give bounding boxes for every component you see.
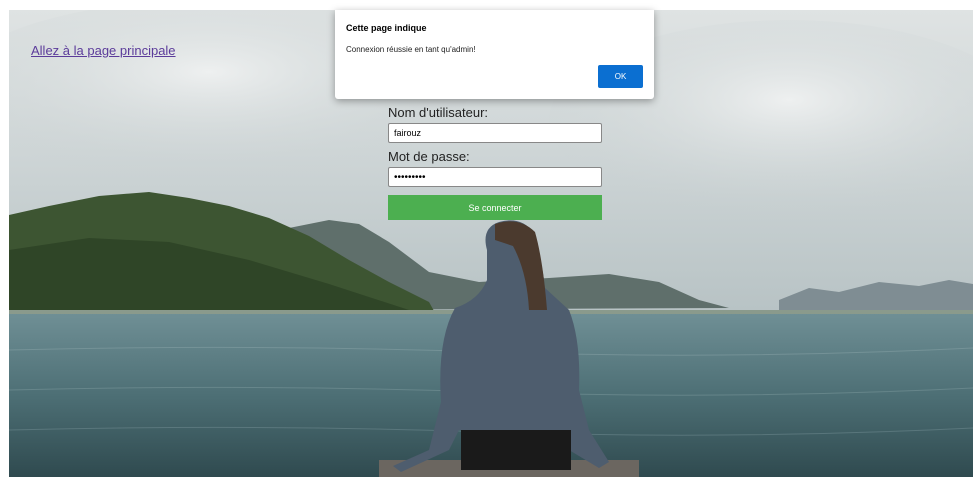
password-label: Mot de passe:: [388, 149, 470, 164]
alert-dialog: Cette page indique Connexion réussie en …: [335, 10, 654, 99]
username-field[interactable]: [388, 123, 602, 143]
dialog-title: Cette page indique: [346, 23, 427, 33]
password-field[interactable]: [388, 167, 602, 187]
username-label: Nom d'utilisateur:: [388, 105, 489, 120]
login-button[interactable]: Se connecter: [388, 195, 602, 220]
page: Allez à la page principale Nom d'utilisa…: [0, 0, 973, 477]
dialog-message: Connexion réussie en tant qu'admin!: [346, 45, 476, 54]
dialog-ok-button[interactable]: OK: [598, 65, 643, 88]
login-form: Nom d'utilisateur: Mot de passe: Se conn…: [388, 104, 602, 220]
home-page-link[interactable]: Allez à la page principale: [31, 43, 176, 58]
